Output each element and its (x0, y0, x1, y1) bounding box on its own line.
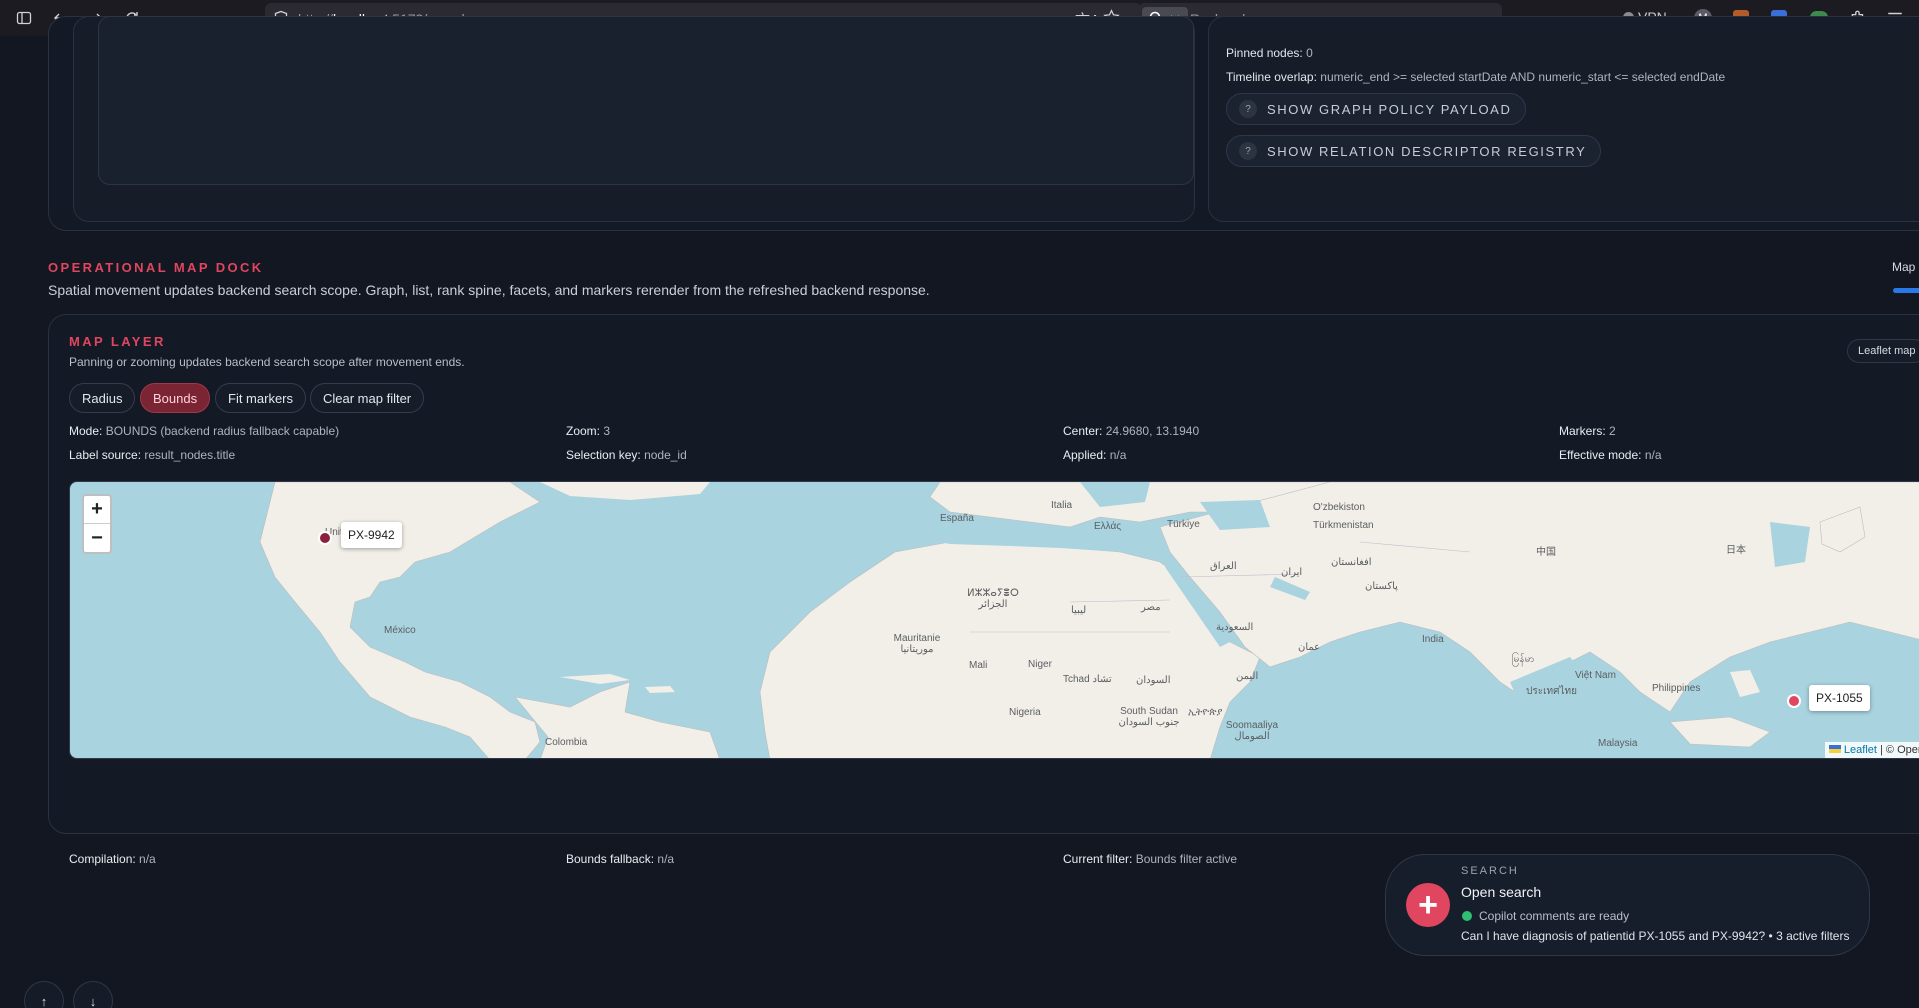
place-label: ایران (1281, 567, 1303, 578)
place-label: السعودية (1216, 622, 1254, 633)
place-label: Mali (969, 660, 988, 671)
status-dot-icon (1462, 911, 1472, 921)
place-label: Italia (1051, 500, 1073, 511)
place-label: Malaysia (1598, 738, 1638, 749)
timeline-overlap-stat: Timeline overlap: numeric_end >= selecte… (1226, 70, 1726, 84)
zoom-stat: Zoom: 3 (566, 424, 611, 438)
show-graph-policy-button[interactable]: ? SHOW GRAPH POLICY PAYLOAD (1226, 93, 1527, 125)
page-content: Pinned nodes: 0 Timeline overlap: numeri… (0, 16, 1919, 1008)
place-label: España (940, 513, 974, 524)
show-relation-registry-button[interactable]: ? SHOW RELATION DESCRIPTOR REGISTRY (1226, 135, 1602, 167)
compilation-stat: Compilation: n/a (69, 852, 156, 866)
leaflet-map-badge: Leaflet map (1847, 339, 1919, 363)
place-label: Türkmenistan (1313, 520, 1374, 531)
place-label: Philippines (1652, 683, 1701, 694)
sidebar-toggle-icon[interactable] (12, 6, 36, 30)
effective-mode-stat: Effective mode: n/a (1559, 448, 1662, 462)
marker-label: PX-9942 (341, 522, 402, 548)
dock-title: OPERATIONAL MAP DOCK (48, 260, 264, 275)
place-label: Colombia (545, 737, 588, 748)
help-icon: ? (1239, 100, 1257, 118)
open-search-title[interactable]: Open search (1461, 884, 1541, 900)
tab-indicator (1893, 288, 1919, 293)
place-label: عمان (1298, 642, 1321, 653)
applied-stat: Applied: n/a (1063, 448, 1127, 462)
map-marker-px-9942[interactable] (318, 531, 332, 545)
bounds-fallback-stat: Bounds fallback: n/a (566, 852, 675, 866)
place-label: ኢትዮጵያ (1188, 707, 1223, 718)
place-label: မြန်မာ (1512, 654, 1535, 665)
bounds-button[interactable]: Bounds (140, 383, 211, 413)
place-label: العراق (1210, 561, 1237, 572)
place-label: 中国 (1536, 547, 1556, 558)
map-layer-title: MAP LAYER (69, 334, 166, 349)
radius-button[interactable]: Radius (69, 383, 136, 413)
mode-stat: Mode: BOUNDS (backend radius fallback ca… (69, 424, 340, 438)
label-source-stat: Label source: result_nodes.title (69, 448, 236, 462)
open-search-plus-icon[interactable]: + (1406, 883, 1450, 927)
tab-map[interactable]: Map (1892, 260, 1915, 274)
flag-icon (1828, 745, 1841, 753)
place-label: افغانستان (1331, 557, 1372, 568)
place-label: Soomaaliya الصومال (1225, 720, 1279, 742)
place-label: 日本 (1726, 545, 1746, 556)
pinned-nodes-stat: Pinned nodes: 0 (1226, 46, 1313, 60)
leaflet-link[interactable]: Leaflet (1844, 744, 1877, 756)
place-label: South Sudan جنوب السودان (1118, 706, 1180, 728)
scroll-up-button[interactable]: ↑ (24, 981, 64, 1008)
place-label: India (1422, 634, 1444, 645)
scroll-down-button[interactable]: ↓ (73, 981, 113, 1008)
place-label: Việt Nam (1575, 670, 1616, 681)
place-label: اليمن (1236, 671, 1259, 682)
help-icon: ? (1239, 142, 1257, 160)
zoom-in-button[interactable]: + (84, 496, 110, 524)
place-label: Nigeria (1009, 707, 1041, 718)
place-label: México (384, 625, 416, 636)
selection-key-stat: Selection key: node_id (566, 448, 687, 462)
search-kicker: SEARCH (1461, 865, 1519, 877)
center-stat: Center: 24.9680, 13.1940 (1063, 424, 1200, 438)
map-attribution: Leaflet | © Open (1824, 742, 1919, 758)
place-label: Mauritanie موريتانيا (893, 633, 941, 655)
leaflet-map[interactable]: United States México España Italia Ελλάς… (69, 481, 1919, 759)
place-label: ประเทศไทย (1526, 686, 1577, 697)
place-label: Ελλάς (1094, 521, 1122, 532)
place-label: السودان (1136, 675, 1171, 686)
place-label: ⵍⵣⵣⴰⵢⴻⵔ الجزائر (967, 588, 1019, 610)
fit-markers-button[interactable]: Fit markers (215, 383, 306, 413)
search-query-summary: Can I have diagnosis of patientid PX-105… (1461, 929, 1850, 943)
place-label: Tchad تشاد (1063, 674, 1112, 685)
place-label: Türkiye (1167, 519, 1200, 530)
current-filter-stat: Current filter: Bounds filter active (1063, 852, 1238, 866)
map-layer-description: Panning or zooming updates backend searc… (69, 355, 465, 369)
map-marker-px-1055[interactable] (1787, 694, 1801, 708)
zoom-control: + − (82, 494, 112, 554)
marker-label: PX-1055 (1809, 685, 1870, 711)
place-label: مصر (1141, 602, 1161, 613)
copilot-status: Copilot comments are ready (1479, 909, 1630, 923)
place-label: Niger (1028, 659, 1052, 670)
place-label: پاکستان (1365, 581, 1398, 592)
place-label: O'zbekiston (1313, 502, 1365, 513)
clear-map-filter-button[interactable]: Clear map filter (310, 383, 425, 413)
dock-description: Spatial movement updates backend search … (48, 282, 930, 298)
graph-canvas-area (98, 16, 1194, 185)
markers-stat: Markers: 2 (1559, 424, 1616, 438)
place-label: ليبيا (1071, 605, 1087, 616)
zoom-out-button[interactable]: − (84, 524, 110, 552)
